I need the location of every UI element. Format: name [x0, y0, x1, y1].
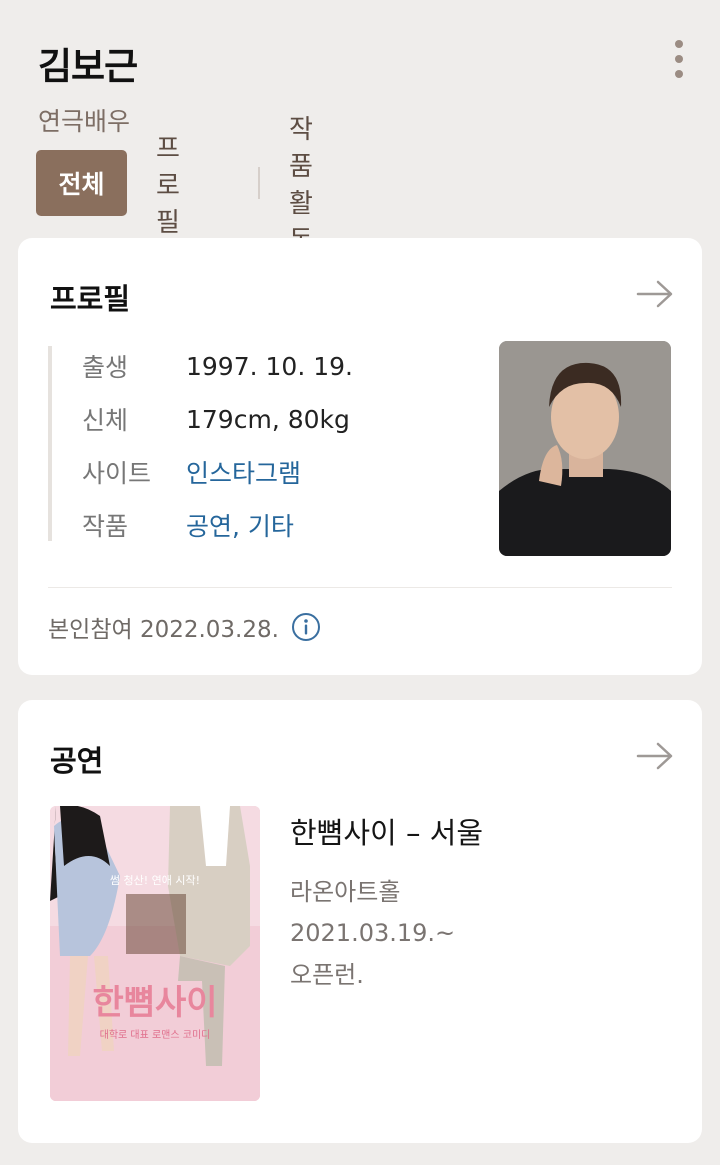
birth-label: 출생	[82, 353, 129, 382]
works-link[interactable]: 공연, 기타	[186, 507, 294, 543]
tab-divider	[258, 167, 260, 199]
tab-works[interactable]: 작품활동	[289, 115, 313, 256]
profile-card: 프로필 출생 1997. 10. 19. 신체 179cm, 80kg 사이트 …	[18, 238, 702, 675]
profile-row-works: 작품 공연, 기타	[82, 505, 294, 545]
profile-info-list: 출생 1997. 10. 19. 신체 179cm, 80kg 사이트 인스타그…	[48, 346, 472, 541]
person-name: 김보근	[38, 45, 138, 88]
profile-row-birth: 출생 1997. 10. 19.	[82, 346, 353, 386]
poster-subtitle: 대학로 대표 로맨스 코미디	[100, 1029, 211, 1041]
info-icon[interactable]	[291, 612, 321, 642]
profile-footer: 본인참여 2022.03.28.	[48, 610, 321, 644]
profile-card-title: 프로필	[50, 282, 131, 316]
more-vertical-icon[interactable]	[664, 38, 694, 82]
profile-row-site: 사이트 인스타그램	[82, 452, 301, 492]
arrow-right-icon[interactable]	[636, 742, 674, 770]
profile-photo[interactable]	[499, 341, 671, 556]
performance-card: 공연 한뼘사이 대학로 대표 로맨스 코미디 썸 청산! 연애 시작! 한뼘사이…	[18, 700, 702, 1143]
profile-header: 김보근 연극배우 전체 프로필 작품활동	[0, 0, 720, 256]
card-divider	[48, 587, 672, 588]
birth-value: 1997. 10. 19.	[186, 351, 353, 381]
show-title[interactable]: 한뼘사이 – 서울	[290, 810, 483, 852]
poster-image: 한뼘사이 대학로 대표 로맨스 코미디 썸 청산! 연애 시작!	[50, 806, 260, 1101]
portrait-image	[499, 341, 671, 556]
profile-row-body: 신체 179cm, 80kg	[82, 399, 350, 439]
performance-card-title: 공연	[50, 744, 104, 778]
body-label: 신체	[82, 406, 129, 435]
arrow-right-icon[interactable]	[636, 280, 674, 308]
site-label: 사이트	[82, 459, 152, 488]
works-label: 작품	[82, 512, 129, 541]
poster-tagline: 썸 청산! 연애 시작!	[110, 874, 200, 887]
show-run: 오픈런.	[290, 961, 364, 989]
poster-logo-text: 한뼘사이	[92, 983, 217, 1023]
show-venue: 라온아트홀	[290, 878, 401, 906]
tab-profile[interactable]: 프로필	[156, 134, 180, 238]
self-participation-date: 본인참여 2022.03.28.	[48, 617, 279, 643]
show-poster[interactable]: 한뼘사이 대학로 대표 로맨스 코미디 썸 청산! 연애 시작!	[50, 806, 260, 1101]
tab-all[interactable]: 전체	[36, 150, 127, 216]
show-date: 2021.03.19.~	[290, 919, 456, 947]
instagram-link[interactable]: 인스타그램	[186, 454, 301, 490]
person-role: 연극배우	[38, 107, 131, 136]
body-value: 179cm, 80kg	[186, 404, 350, 434]
